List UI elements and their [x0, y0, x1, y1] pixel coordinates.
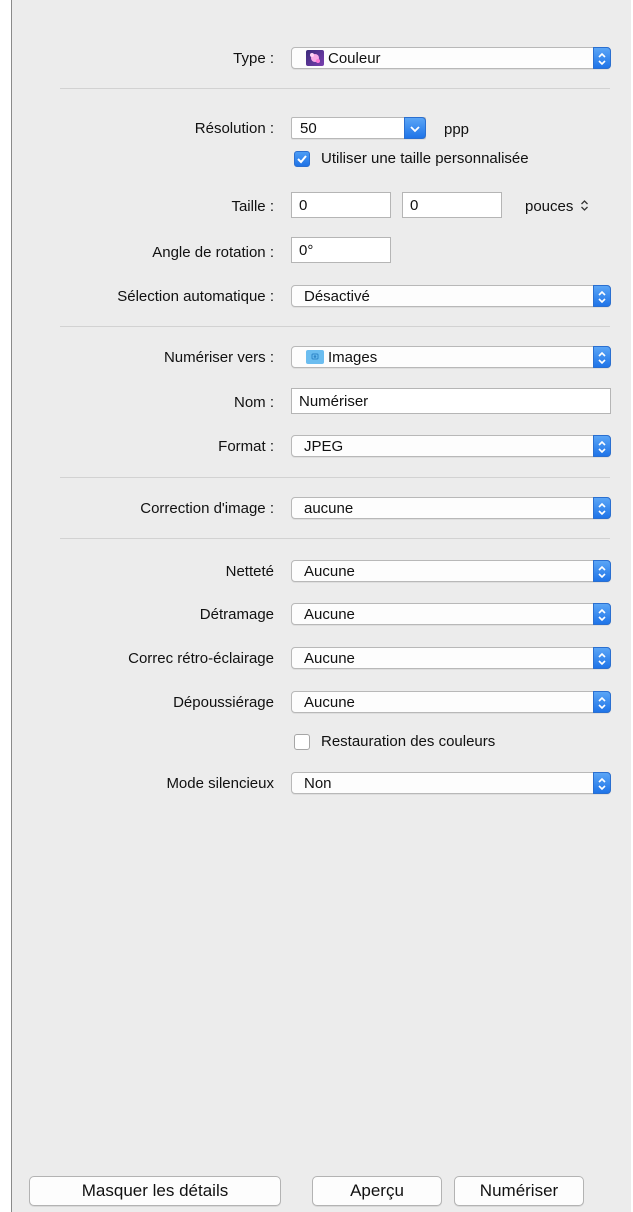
separator	[60, 88, 610, 89]
size-unit-value: pouces	[525, 198, 574, 215]
rotation-field[interactable]: 0°	[291, 237, 391, 263]
resolution-value: 50	[300, 120, 317, 137]
chevron-updown-icon	[593, 772, 611, 794]
chevron-updown-icon	[593, 647, 611, 669]
descreening-value: Aucune	[304, 606, 355, 623]
auto-selection-popup[interactable]: Désactivé	[291, 285, 611, 307]
resolution-unit: ppp	[444, 121, 470, 138]
separator	[60, 538, 610, 539]
folder-icon	[306, 350, 324, 364]
dust-removal-popup[interactable]: Aucune	[291, 691, 611, 713]
image-correction-value: aucune	[304, 500, 354, 517]
sharpness-popup[interactable]: Aucune	[291, 560, 611, 582]
descreening-popup[interactable]: Aucune	[291, 603, 611, 625]
chevron-updown-icon	[593, 435, 611, 457]
backlight-label: Correc rétro-éclairage	[128, 650, 274, 667]
size-height-field[interactable]: 0	[402, 192, 502, 218]
image-correction-label: Correction d'image :	[140, 500, 274, 517]
hide-details-button[interactable]: Masquer les détails	[29, 1176, 281, 1206]
separator	[60, 477, 610, 478]
chevron-updown-icon	[593, 603, 611, 625]
color-restoration-checkbox[interactable]	[294, 734, 310, 750]
chevron-updown-icon	[593, 346, 611, 368]
quiet-mode-value: Non	[304, 775, 332, 792]
format-label: Format :	[218, 438, 274, 455]
sharpness-value: Aucune	[304, 563, 355, 580]
quiet-mode-label: Mode silencieux	[166, 775, 274, 792]
image-correction-popup[interactable]: aucune	[291, 497, 611, 519]
quiet-mode-popup[interactable]: Non	[291, 772, 611, 794]
custom-size-label[interactable]: Utiliser une taille personnalisée	[321, 150, 529, 167]
scan-to-label: Numériser vers :	[163, 349, 274, 366]
descreening-label: Détramage	[199, 606, 274, 623]
sharpness-label: Netteté	[225, 563, 274, 580]
format-value: JPEG	[304, 438, 344, 455]
rotation-value: 0°	[299, 242, 314, 259]
color-photo-icon	[306, 50, 324, 66]
chevron-updown-icon	[593, 560, 611, 582]
chevron-updown-icon	[593, 497, 611, 519]
name-label: Nom :	[233, 394, 274, 411]
chevron-updown-icon	[580, 200, 588, 211]
resolution-combo[interactable]: 50	[291, 117, 426, 139]
separator	[60, 326, 610, 327]
name-value: Numériser	[299, 393, 369, 410]
dust-removal-value: Aucune	[304, 694, 355, 711]
size-unit-popup[interactable]: pouces	[525, 198, 589, 215]
chevron-updown-icon	[593, 691, 611, 713]
format-popup[interactable]: JPEG	[291, 435, 611, 457]
chevron-updown-icon	[593, 47, 611, 69]
custom-size-checkbox[interactable]	[294, 151, 310, 167]
preview-button[interactable]: Aperçu	[312, 1176, 442, 1206]
scan-button[interactable]: Numériser	[454, 1176, 584, 1206]
scan-to-value: Images	[328, 349, 378, 366]
size-height-value: 0	[410, 197, 419, 214]
auto-selection-label: Sélection automatique :	[117, 288, 274, 305]
auto-selection-value: Désactivé	[304, 288, 370, 305]
backlight-value: Aucune	[304, 650, 355, 667]
backlight-popup[interactable]: Aucune	[291, 647, 611, 669]
size-width-value: 0	[299, 197, 308, 214]
size-label: Taille :	[231, 198, 274, 215]
name-field[interactable]: Numériser	[291, 388, 611, 414]
scan-to-popup[interactable]: Images	[291, 346, 611, 368]
chevron-updown-icon	[593, 285, 611, 307]
type-label: Type :	[233, 50, 274, 67]
type-value: Couleur	[328, 50, 381, 67]
chevron-down-icon[interactable]	[404, 117, 426, 139]
type-popup[interactable]: Couleur	[291, 47, 611, 69]
dust-removal-label: Dépoussiérage	[173, 694, 274, 711]
resolution-label: Résolution :	[194, 120, 274, 137]
scan-settings-panel: Type : Couleur Résolution : 50 ppp Utili…	[11, 0, 631, 1212]
size-width-field[interactable]: 0	[291, 192, 391, 218]
color-restoration-label[interactable]: Restauration des couleurs	[321, 733, 495, 750]
rotation-label: Angle de rotation :	[152, 244, 274, 261]
